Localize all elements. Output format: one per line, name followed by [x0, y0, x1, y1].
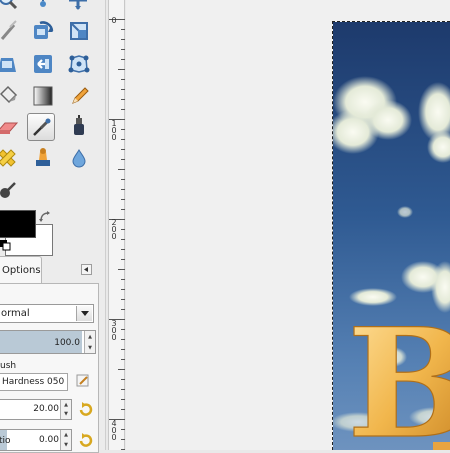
ruler-label: 300: [111, 319, 117, 342]
transform-icon[interactable]: [29, 17, 57, 45]
blur-icon[interactable]: [65, 144, 93, 172]
eraser-icon[interactable]: [0, 113, 21, 141]
ink-icon[interactable]: [65, 113, 93, 141]
edit-brush-icon[interactable]: [76, 373, 90, 390]
perspective-icon[interactable]: [65, 17, 93, 45]
clone-icon[interactable]: [29, 144, 57, 172]
cage-icon[interactable]: [65, 50, 93, 78]
move-icon[interactable]: [64, 0, 92, 14]
reset-size-icon[interactable]: [78, 401, 94, 420]
size-value: 20.00: [33, 404, 59, 414]
ruler-label: 200: [111, 218, 117, 241]
foreground-color-swatch[interactable]: [0, 210, 36, 238]
ruler-label: 0: [111, 16, 117, 25]
ruler-label: 100: [111, 119, 117, 142]
toolbox-panel: Options ormal 100.0 ▲ ▼ ush Hardness 050 …: [0, 0, 106, 453]
airbrush-icon[interactable]: [27, 113, 55, 141]
tab-tool-options[interactable]: Options: [0, 256, 42, 283]
zoom-icon[interactable]: [0, 0, 21, 14]
spin-arrows[interactable]: ▲ ▼: [60, 430, 71, 450]
image-canvas[interactable]: B: [332, 21, 450, 450]
aspect-ratio-label: tio: [0, 436, 11, 446]
mode-value: ormal: [1, 308, 30, 319]
default-colors-icon[interactable]: [0, 240, 11, 251]
brush-select[interactable]: Hardness 050: [0, 373, 68, 391]
measure-icon[interactable]: [29, 0, 57, 14]
size-spinner[interactable]: 20.00 ▲ ▼: [0, 399, 72, 420]
opacity-value: 100.0: [54, 338, 80, 348]
heal-icon[interactable]: [0, 144, 21, 172]
opacity-spinner[interactable]: 100.0 ▲ ▼: [0, 330, 96, 354]
vertical-ruler[interactable]: 0 100 200 300 400: [108, 0, 125, 450]
mode-select[interactable]: ormal: [0, 304, 94, 323]
dodge-icon[interactable]: [0, 176, 21, 204]
knife-icon[interactable]: [0, 16, 21, 44]
tab-menu-button[interactable]: [81, 264, 92, 275]
bucket-fill-icon[interactable]: [0, 82, 21, 110]
ruler-label: 400: [111, 419, 117, 442]
brush-label: ush: [0, 361, 17, 371]
sky-image: B: [333, 22, 450, 450]
spin-arrows[interactable]: ▲ ▼: [84, 331, 95, 353]
blend-icon[interactable]: [29, 82, 57, 110]
aspect-ratio-value: 0.00: [38, 435, 59, 445]
flip-icon[interactable]: [0, 50, 21, 78]
spin-arrows[interactable]: ▲ ▼: [60, 400, 71, 419]
scale-icon[interactable]: [29, 50, 57, 78]
chevron-down-icon[interactable]: [76, 306, 92, 321]
golden-letter: B: [347, 296, 450, 450]
pencil-icon[interactable]: [66, 82, 94, 110]
swap-colors-icon[interactable]: [38, 210, 52, 227]
reset-ratio-icon[interactable]: [78, 432, 94, 451]
